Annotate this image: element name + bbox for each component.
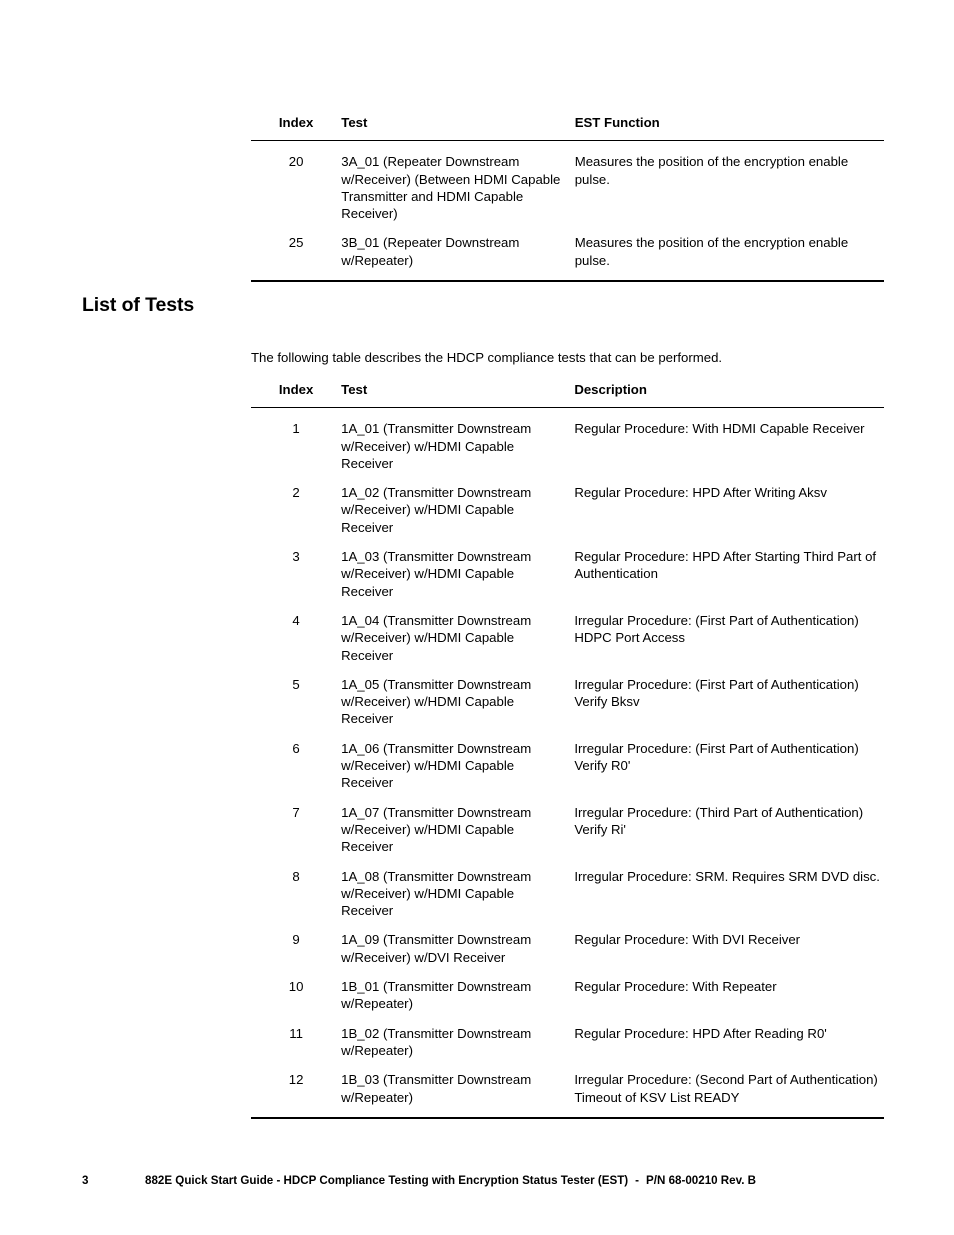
tests-row-index: 8 (292, 868, 300, 884)
table-row: 10 1B_01 (Transmitter Downstream w/Repea… (251, 966, 884, 1013)
tests-row-index: 9 (292, 932, 300, 948)
table-row: 8 1A_08 (Transmitter Downstream w/Receiv… (251, 856, 884, 920)
tests-row-description: Regular Procedure: HPD After Reading R0' (574, 1025, 827, 1041)
tests-row-test: 1A_03 (Transmitter Downstream w/Receiver… (341, 549, 532, 599)
table-row: 11 1B_02 (Transmitter Downstream w/Repea… (251, 1013, 884, 1060)
tests-row-index: 1 (292, 421, 300, 437)
est-table-header: Index Test EST Function (251, 114, 884, 141)
est-table-header-row: Index Test EST Function (251, 114, 884, 141)
table-row: 9 1A_09 (Transmitter Downstream w/Receiv… (251, 919, 884, 966)
tests-row-description: Regular Procedure: HPD After Starting Th… (574, 549, 877, 582)
tests-row-test: 1A_06 (Transmitter Downstream w/Receiver… (341, 740, 532, 791)
tests-row-description: Irregular Procedure: (First Part of Auth… (574, 740, 859, 774)
tests-row-description: Irregular Procedure: SRM. Requires SRM D… (574, 868, 880, 884)
table-row: 20 3A_01 (Repeater Downstream w/Receiver… (251, 141, 884, 223)
table-row: 7 1A_07 (Transmitter Downstream w/Receiv… (251, 792, 884, 856)
tests-row-description: Irregular Procedure: (Second Part of Aut… (574, 1072, 878, 1105)
tests-row-index: 5 (292, 676, 300, 692)
tests-row-description: Irregular Procedure: (First Part of Auth… (574, 676, 859, 710)
table-row: 4 1A_04 (Transmitter Downstream w/Receiv… (251, 600, 884, 664)
est-row-function: Measures the position of the encryption … (574, 154, 849, 187)
table-row: 1 1A_01 (Transmitter Downstream w/Receiv… (251, 408, 884, 472)
tests-row-index: 3 (292, 549, 300, 565)
footer-title: 882E Quick Start Guide - HDCP Compliance… (145, 1174, 629, 1187)
tests-table-header: Index Test Description (251, 381, 884, 408)
est-row-test: 3B_01 (Repeater Downstream w/Repeater) (341, 235, 520, 268)
footer-page-number: 3 (82, 1174, 89, 1187)
tests-row-index: 11 (289, 1025, 303, 1041)
tests-row-description: Irregular Procedure: (Third Part of Auth… (574, 804, 864, 837)
tests-header-index: Index (278, 382, 314, 397)
tests-row-index: 4 (292, 612, 300, 628)
tests-row-description: Regular Procedure: HPD After Writing Aks… (574, 485, 827, 501)
footer-separator: - (635, 1174, 640, 1187)
tests-row-test: 1B_01 (Transmitter Downstream w/Repeater… (341, 979, 532, 1012)
tests-header-test: Test (341, 382, 368, 397)
table-row: 5 1A_05 (Transmitter Downstream w/Receiv… (251, 664, 884, 728)
table-row: 25 3B_01 (Repeater Downstream w/Repeater… (251, 222, 884, 281)
tests-table-body: 1 1A_01 (Transmitter Downstream w/Receiv… (251, 408, 884, 1118)
est-header-index: Index (278, 115, 314, 130)
tests-row-test: 1A_02 (Transmitter Downstream w/Receiver… (341, 485, 532, 535)
tests-row-test: 1A_01 (Transmitter Downstream w/Receiver… (341, 421, 532, 471)
tests-row-test: 1A_04 (Transmitter Downstream w/Receiver… (341, 612, 532, 663)
tests-row-description: Regular Procedure: With DVI Receiver (574, 932, 801, 948)
tests-row-description: Irregular Procedure: (First Part of Auth… (574, 612, 859, 646)
tests-row-test: 1B_02 (Transmitter Downstream w/Repeater… (341, 1025, 532, 1058)
tests-row-test: 1A_07 (Transmitter Downstream w/Receiver… (341, 804, 532, 855)
est-row-function: Measures the position of the encryption … (574, 235, 849, 268)
tests-row-test: 1B_03 (Transmitter Downstream w/Repeater… (341, 1072, 532, 1105)
intro-paragraph: The following table describes the HDCP c… (251, 350, 723, 365)
est-row-index: 20 (288, 154, 304, 170)
tests-table-header-row: Index Test Description (251, 381, 884, 408)
tests-header-description: Description (574, 382, 647, 397)
tests-row-index: 2 (292, 485, 300, 501)
est-row-test: 3A_01 (Repeater Downstream w/Receiver) (… (341, 154, 561, 222)
page-footer: 3 882E Quick Start Guide - HDCP Complianc… (82, 1174, 882, 1187)
tests-row-description: Regular Procedure: With Repeater (574, 979, 777, 995)
tests-row-index: 7 (292, 804, 300, 820)
tests-row-test: 1A_09 (Transmitter Downstream w/Receiver… (341, 932, 532, 965)
est-row-index: 25 (288, 235, 304, 251)
tests-row-index: 12 (288, 1072, 304, 1088)
tests-row-test: 1A_08 (Transmitter Downstream w/Receiver… (341, 868, 532, 919)
footer-part-number: P/N 68-00210 Rev. B (646, 1174, 757, 1187)
tests-row-description: Regular Procedure: With HDMI Capable Rec… (574, 421, 865, 437)
document-page: Index Test EST Function 20 3A_01 (Repeat… (0, 0, 954, 1235)
table-row: 3 1A_03 (Transmitter Downstream w/Receiv… (251, 536, 884, 600)
table-row: 2 1A_02 (Transmitter Downstream w/Receiv… (251, 472, 884, 536)
table-row: 6 1A_06 (Transmitter Downstream w/Receiv… (251, 728, 884, 792)
est-function-table: Index Test EST Function 20 3A_01 (Repeat… (251, 114, 884, 282)
est-header-function: EST Function (574, 115, 660, 130)
table-row: 12 1B_03 (Transmitter Downstream w/Repea… (251, 1059, 884, 1118)
tests-row-index: 10 (288, 979, 304, 995)
tests-row-index: 6 (292, 740, 300, 756)
section-heading-list-of-tests: List of Tests (82, 294, 195, 316)
est-header-test: Test (341, 115, 368, 130)
est-table-body: 20 3A_01 (Repeater Downstream w/Receiver… (251, 141, 884, 282)
list-of-tests-table: Index Test Description 1 1A_01 (Transmit… (251, 381, 884, 1119)
tests-row-test: 1A_05 (Transmitter Downstream w/Receiver… (341, 676, 532, 727)
